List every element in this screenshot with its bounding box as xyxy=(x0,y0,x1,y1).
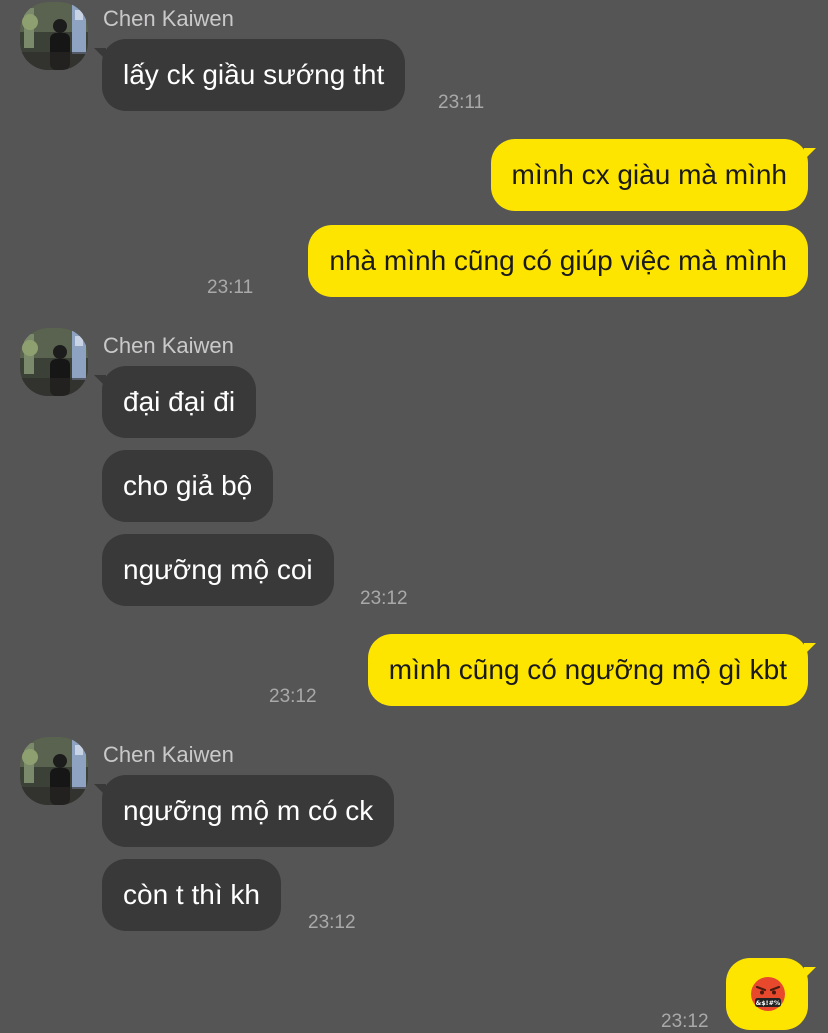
avatar[interactable] xyxy=(20,737,88,805)
emoji-censor-text: &$!#% xyxy=(756,999,781,1007)
outgoing-message-bubble[interactable]: mình cũng có ngưỡng mộ gì kbt xyxy=(367,634,808,706)
message-timestamp: 23:11 xyxy=(438,92,485,113)
profile-photo-icon xyxy=(20,328,88,396)
message-timestamp: 23:12 xyxy=(308,912,356,933)
incoming-message-bubble[interactable]: ngưỡng mộ coi xyxy=(102,534,334,606)
incoming-message-bubble[interactable]: còn t thì kh xyxy=(102,859,281,931)
avatar[interactable] xyxy=(20,328,88,396)
angry-swearing-face-emoji-icon: &$!#% xyxy=(751,977,785,1011)
bubble-tail xyxy=(94,784,106,796)
sender-name: Chen Kaiwen xyxy=(103,742,234,767)
avatar[interactable] xyxy=(20,2,88,70)
profile-photo-icon xyxy=(20,2,88,70)
outgoing-emoji-bubble[interactable]: &$!#% xyxy=(726,958,808,1030)
profile-photo-icon xyxy=(20,737,88,805)
incoming-message-bubble[interactable]: ngưỡng mộ m có ck xyxy=(102,775,395,847)
incoming-message-bubble[interactable]: đại đại đi xyxy=(102,366,257,438)
outgoing-message-bubble[interactable]: nhà mình cũng có giúp việc mà mình xyxy=(308,225,808,297)
bubble-tail xyxy=(94,48,106,60)
message-timestamp: 23:12 xyxy=(661,1011,709,1032)
outgoing-message-bubble[interactable]: mình cx giàu mà mình xyxy=(490,139,808,211)
bubble-tail xyxy=(804,967,816,979)
incoming-message-bubble[interactable]: lấy ck giầu sướng tht xyxy=(102,39,406,111)
message-timestamp: 23:12 xyxy=(269,686,317,707)
message-timestamp: 23:12 xyxy=(360,588,408,609)
message-timestamp: 23:11 xyxy=(207,277,254,298)
bubble-tail xyxy=(94,375,106,387)
bubble-tail xyxy=(804,643,816,655)
sender-name: Chen Kaiwen xyxy=(103,6,234,31)
sender-name: Chen Kaiwen xyxy=(103,333,234,358)
bubble-tail xyxy=(804,148,816,160)
incoming-message-bubble[interactable]: cho giả bộ xyxy=(102,450,274,522)
